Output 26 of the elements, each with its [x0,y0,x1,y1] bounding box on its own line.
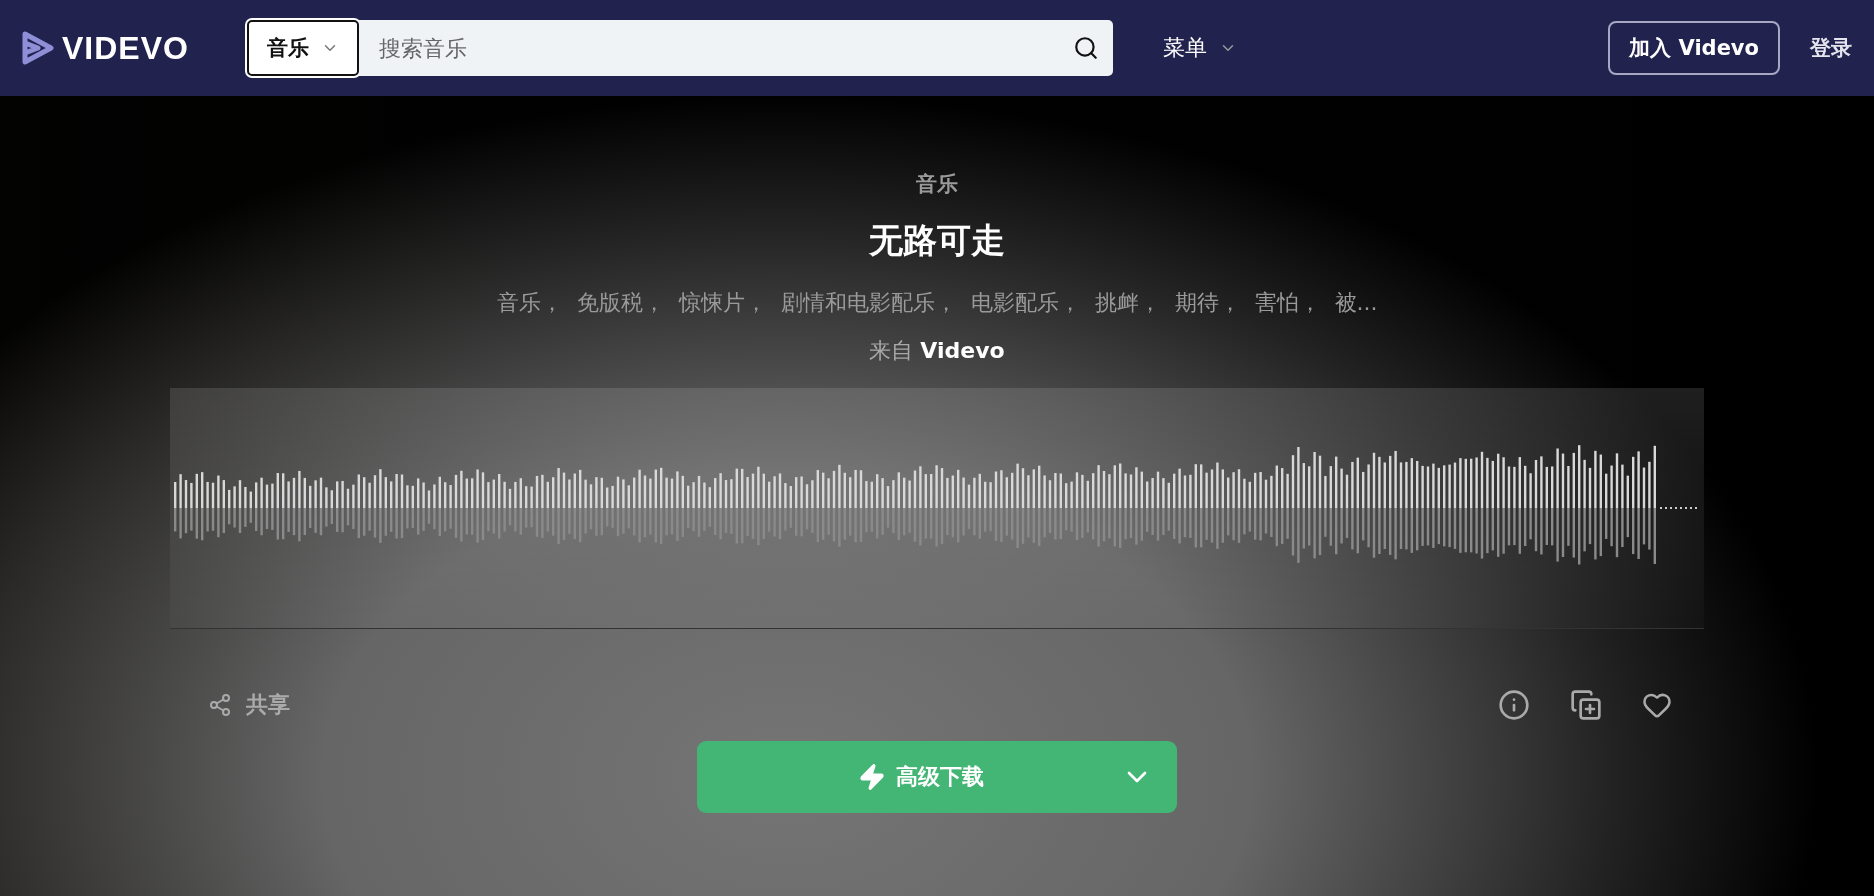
info-button[interactable] [1498,689,1530,721]
tag-link[interactable]: 惊悚片， [678,288,767,318]
login-link[interactable]: 登录 [1810,34,1852,62]
add-to-collection-button[interactable] [1570,689,1602,721]
category-dropdown[interactable]: 音乐 [247,20,359,76]
tag-link[interactable]: 免版税， [576,288,665,318]
tag-link[interactable]: 期待， [1174,288,1241,318]
category-label: 音乐 [916,171,958,198]
tag-link[interactable]: 挑衅， [1094,288,1161,318]
tag-link[interactable]: 剧情和电影配乐， [780,288,957,318]
lightning-icon [858,763,886,791]
waveform-drawing[interactable] [170,388,1704,629]
tag-link[interactable]: 被... [1334,288,1378,318]
logo-icon [22,31,54,65]
tag-link[interactable]: 音乐， [496,288,563,318]
track-title: 无路可走 [869,219,1005,262]
search-field[interactable]: 搜索音乐 [359,20,1113,76]
search-icon[interactable] [1073,35,1099,61]
source-text: 来自 Videvo [869,337,1005,365]
tag-link[interactable]: 害怕， [1254,288,1321,318]
join-button[interactable]: 加入 Videvo [1608,21,1780,75]
menu-dropdown[interactable]: 菜单 [1157,32,1243,64]
share-button[interactable]: 共享 [202,689,296,721]
share-icon [208,693,232,717]
logo-text[interactable]: VIDEVO [62,29,189,67]
tag-link[interactable]: 电影配乐， [970,288,1081,318]
